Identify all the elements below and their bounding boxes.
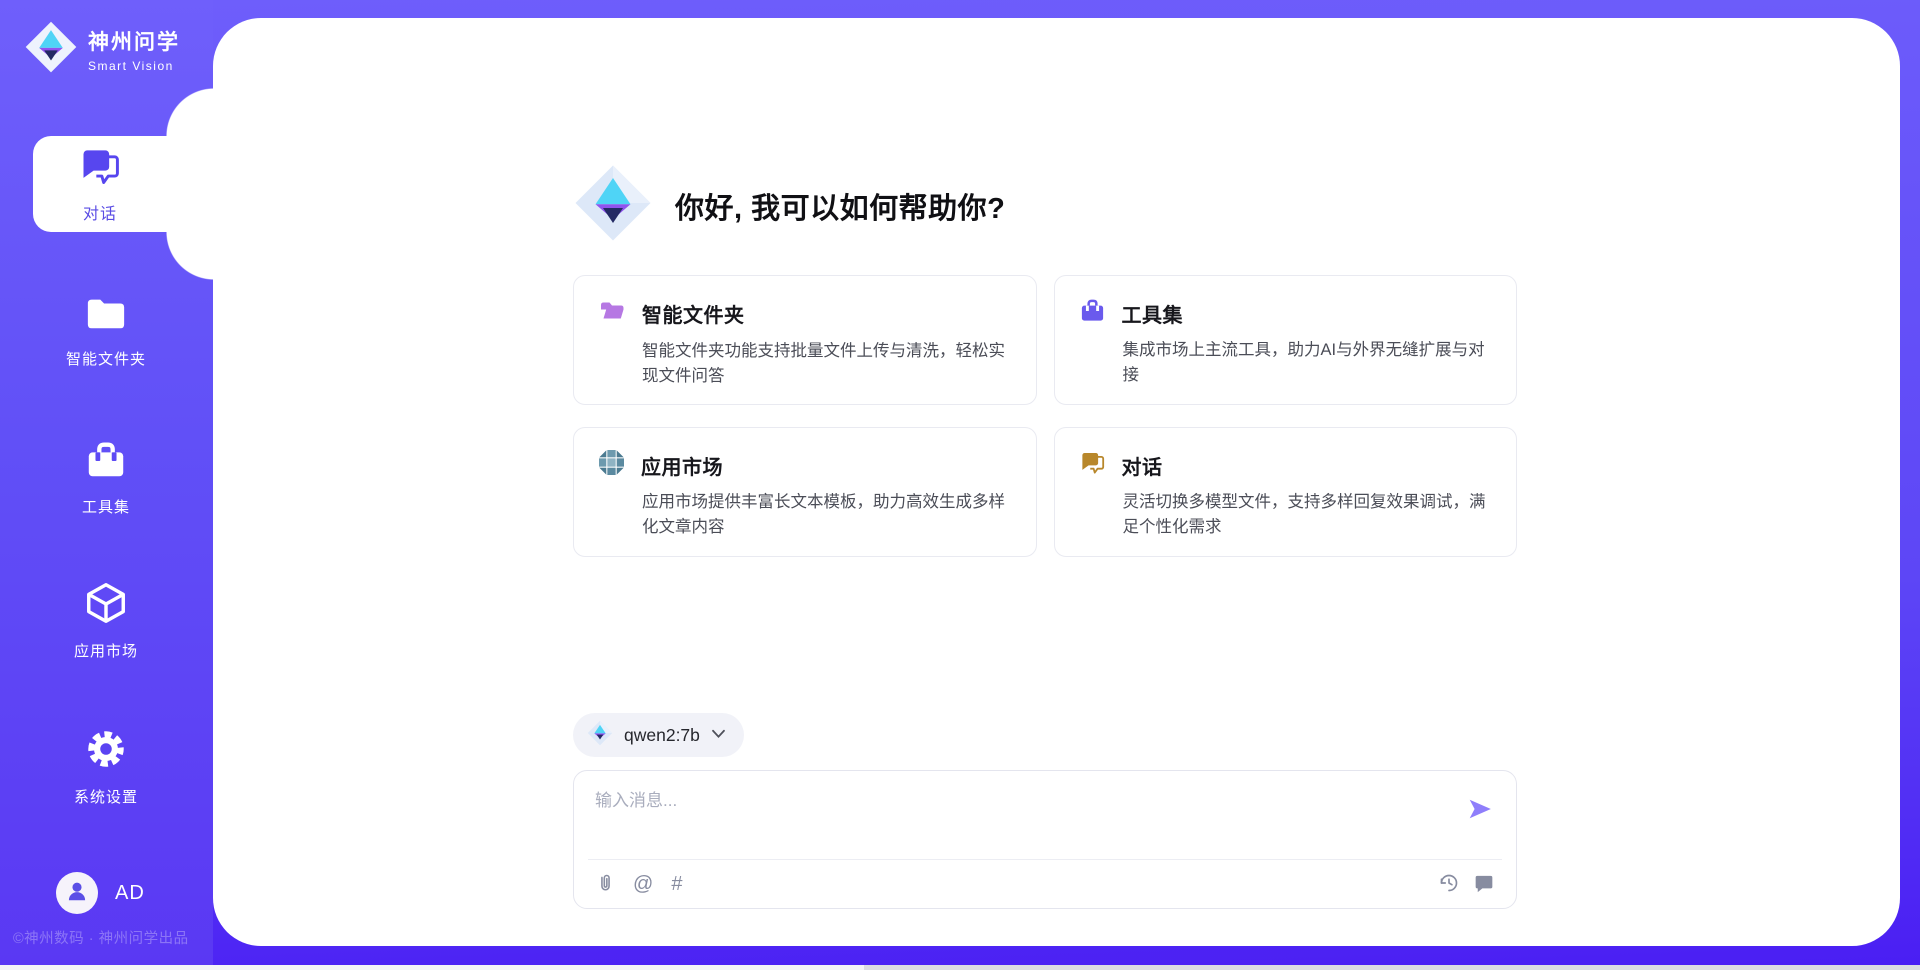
user-name: AD [115, 882, 145, 905]
model-name: qwen2:7b [624, 725, 700, 746]
folder-icon [83, 292, 129, 339]
gear-icon [83, 726, 129, 777]
sidebar-item-smart-folder[interactable]: 智能文件夹 [6, 292, 206, 369]
horizontal-scrollbar[interactable] [0, 965, 1920, 970]
scrollbar-thumb[interactable] [0, 965, 864, 970]
sidebar: 神州问学 Smart Vision 对话 智能文件夹 [0, 0, 213, 970]
chat-bubble-button[interactable] [1474, 873, 1494, 896]
sidebar-item-app-market[interactable]: 应用市场 [6, 580, 206, 661]
card-app-market[interactable]: 应用市场 应用市场提供丰富长文本模板，助力高效生成多样化文章内容 [573, 427, 1037, 557]
sidebar-item-label: 对话 [83, 200, 117, 224]
card-title: 智能文件夹 [642, 299, 745, 328]
person-icon [64, 878, 90, 909]
open-folder-icon [598, 297, 626, 330]
chat-bubble-icon [1474, 873, 1494, 896]
toolbox-icon [83, 438, 129, 487]
chat-bubbles-icon [1079, 449, 1106, 481]
brand-subtitle: Smart Vision [88, 59, 180, 73]
mention-icon: @ [633, 874, 653, 894]
brand-name: 神州问学 [88, 26, 180, 56]
card-chat[interactable]: 对话 灵活切换多模型文件，支持多样回复效果调试，满足个性化需求 [1054, 427, 1518, 557]
sidebar-item-label: 工具集 [82, 496, 130, 517]
hash-button[interactable]: # [671, 874, 682, 894]
card-description: 集成市场上主流工具，助力AI与外界无缝扩展与对接 [1123, 338, 1493, 388]
card-description: 应用市场提供丰富长文本模板，助力高效生成多样化文章内容 [642, 490, 1012, 540]
cube-icon [83, 580, 129, 631]
chat-bubbles-icon [78, 144, 122, 193]
card-title: 应用市场 [641, 451, 723, 480]
main-panel: 你好, 我可以如何帮助你? 智能文件夹 智能文件夹功能支持批量文件上传与清洗，轻… [213, 18, 1900, 946]
brand-logo: 神州问学 Smart Vision [24, 20, 180, 79]
message-composer: @ # [573, 770, 1517, 909]
avatar [56, 872, 98, 914]
copyright: ©神州数码 · 神州问学出品 [13, 927, 223, 948]
sidebar-item-settings[interactable]: 系统设置 [6, 726, 206, 807]
sidebar-item-label: 应用市场 [74, 640, 138, 661]
send-button[interactable] [1467, 796, 1493, 822]
composer-toolbar: @ # [596, 868, 1494, 900]
sidebar-item-label: 智能文件夹 [66, 348, 146, 369]
feature-cards: 智能文件夹 智能文件夹功能支持批量文件上传与清洗，轻松实现文件问答 工具集 集成… [573, 275, 1517, 557]
greeting-text: 你好, 我可以如何帮助你? [675, 185, 1005, 227]
history-icon [1439, 873, 1459, 896]
send-icon [1467, 810, 1493, 825]
tab-fillet-top [166, 88, 214, 136]
user-profile[interactable]: AD [56, 872, 145, 914]
card-toolset[interactable]: 工具集 集成市场上主流工具，助力AI与外界无缝扩展与对接 [1054, 275, 1518, 405]
sidebar-item-chat[interactable]: 对话 [33, 136, 217, 232]
cube-grid-icon [598, 449, 625, 481]
card-title: 工具集 [1122, 299, 1184, 328]
brand-diamond-icon [587, 720, 613, 751]
sidebar-item-label: 系统设置 [74, 786, 138, 807]
brand-diamond-icon [24, 20, 78, 79]
mention-button[interactable]: @ [633, 874, 653, 894]
greeting: 你好, 我可以如何帮助你? [573, 163, 1005, 248]
card-title: 对话 [1122, 451, 1163, 480]
chevron-down-icon [711, 726, 726, 744]
tab-fillet-bottom [166, 232, 214, 280]
attachment-button[interactable] [596, 872, 615, 897]
brand-diamond-icon [573, 163, 653, 248]
sidebar-item-toolset[interactable]: 工具集 [6, 438, 206, 517]
hash-icon: # [671, 874, 682, 894]
model-selector[interactable]: qwen2:7b [573, 713, 744, 757]
message-input[interactable] [595, 786, 1445, 848]
composer-divider [588, 859, 1502, 860]
history-button[interactable] [1439, 873, 1459, 896]
toolbox-icon [1079, 297, 1106, 329]
attachment-icon [596, 872, 615, 897]
card-description: 灵活切换多模型文件，支持多样回复效果调试，满足个性化需求 [1123, 490, 1493, 540]
card-smart-folder[interactable]: 智能文件夹 智能文件夹功能支持批量文件上传与清洗，轻松实现文件问答 [573, 275, 1037, 405]
card-description: 智能文件夹功能支持批量文件上传与清洗，轻松实现文件问答 [642, 339, 1012, 389]
